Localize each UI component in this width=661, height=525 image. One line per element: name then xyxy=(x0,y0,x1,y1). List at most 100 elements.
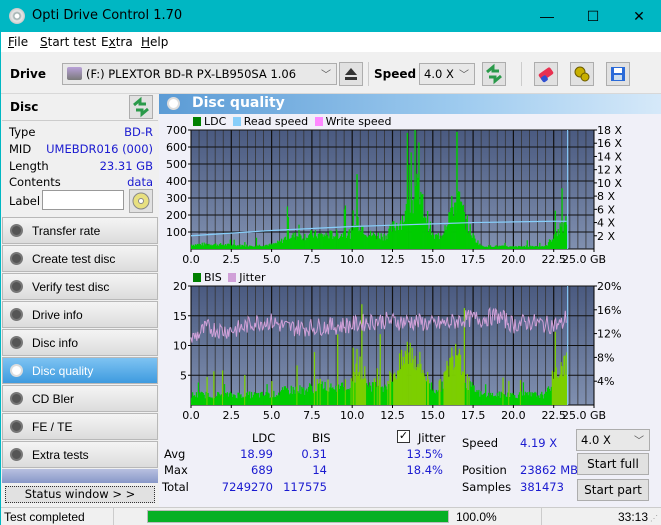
nav-extra-tests[interactable]: Extra tests xyxy=(2,441,158,468)
save-icon xyxy=(611,67,625,81)
window-title: Opti Drive Control 1.70 xyxy=(32,8,183,23)
menu-help-rest: elp xyxy=(150,35,169,49)
stats-header-bis: BIS xyxy=(312,431,331,445)
stats-avg-bis: 0.31 xyxy=(301,447,327,461)
position-value: 23862 MB xyxy=(520,463,579,477)
create-test-disc-icon xyxy=(10,252,23,265)
disc-type-value: BD-R xyxy=(124,125,153,139)
status-window-button[interactable]: Status window > > xyxy=(5,486,155,503)
transfer-rate-icon xyxy=(10,224,23,237)
disc-length-key: Length xyxy=(9,159,49,173)
app-disc-icon xyxy=(9,8,25,24)
nav-transfer-rate[interactable]: Transfer rate xyxy=(2,217,158,244)
y-right-tick-label: 4 X xyxy=(597,217,615,230)
nav-cd-bler[interactable]: CD Bler xyxy=(2,385,158,412)
nav-disc-info[interactable]: Disc info xyxy=(2,329,158,356)
eject-icon xyxy=(345,68,357,80)
y-right-tick-label: 6 X xyxy=(597,203,615,216)
save-button[interactable] xyxy=(606,62,630,86)
menu-extra[interactable]: Extra xyxy=(101,35,133,49)
y-tick-label: 600 xyxy=(166,141,187,154)
eraser-icon xyxy=(538,67,554,83)
start-part-button[interactable]: Start part xyxy=(577,479,649,501)
disc-length-value: 23.31 GB xyxy=(99,159,153,173)
status-divider xyxy=(113,508,114,525)
nav-spacer xyxy=(2,469,158,483)
refresh-button[interactable] xyxy=(482,62,506,86)
disc-label-input[interactable] xyxy=(42,190,124,210)
stats-max-label: Max xyxy=(164,463,188,477)
drive-info-icon xyxy=(10,308,23,321)
toolbar-separator xyxy=(521,62,522,86)
menu-extra-pre: E xyxy=(101,35,109,49)
disc-icon xyxy=(132,192,150,210)
drive-icon xyxy=(67,67,82,80)
x-tick-label: 12.5 xyxy=(380,409,405,422)
disc-mid-value: UMEBDR016 (000) xyxy=(46,142,153,156)
y-tick-label: 500 xyxy=(166,158,187,171)
y-right-tick-label: 20% xyxy=(597,280,621,293)
maximize-button[interactable]: ☐ xyxy=(570,1,616,32)
nav-disc-quality[interactable]: Disc quality xyxy=(2,357,158,384)
nav-label: Disc quality xyxy=(32,364,94,378)
disc-label-button[interactable] xyxy=(129,189,153,213)
menu-start-test-mnemonic: S xyxy=(40,35,48,49)
y-right-tick-label: 18 X xyxy=(597,124,622,137)
x-tick-label: 5.0 xyxy=(263,253,281,266)
nav-create-test-disc[interactable]: Create test disc xyxy=(2,245,158,272)
x-tick-label: 2.5 xyxy=(223,253,241,266)
nav-label: Verify test disc xyxy=(32,280,110,294)
y-right-tick-label: 4% xyxy=(597,375,614,388)
nav-fe-te[interactable]: FE / TE xyxy=(2,413,158,440)
x-tick-label: 25.0 GB xyxy=(562,409,606,422)
x-tick-label: 0.0 xyxy=(182,409,200,422)
resize-grip-icon[interactable]: ⋰ xyxy=(650,514,658,523)
y-right-tick-label: 8% xyxy=(597,351,614,364)
x-tick-label: 10.0 xyxy=(340,409,365,422)
stats-total-ldc: 7249270 xyxy=(221,480,273,494)
disc-quality-icon xyxy=(167,97,180,110)
jitter-checkbox[interactable]: ✓ xyxy=(397,430,410,443)
nav-label: Extra tests xyxy=(32,448,89,462)
x-tick-label: 5.0 xyxy=(263,409,281,422)
y-right-tick-label: 2 X xyxy=(597,230,615,243)
x-tick-label: 20.0 xyxy=(501,253,526,266)
close-button[interactable]: ✕ xyxy=(616,1,661,32)
test-speed-value: 4.0 X xyxy=(581,433,611,447)
nav-label: Transfer rate xyxy=(32,224,101,238)
menu-help[interactable]: Help xyxy=(141,35,168,49)
disc-contents-key: Contents xyxy=(9,175,61,189)
x-tick-label: 20.0 xyxy=(501,409,526,422)
y-right-tick-label: 12% xyxy=(597,328,621,341)
toolbar: Drive (F:) PLEXTOR BD-R PX-LB950SA 1.06 … xyxy=(1,52,661,94)
start-full-button[interactable]: Start full xyxy=(577,453,649,475)
nav-drive-info[interactable]: Drive info xyxy=(2,301,158,328)
menu-extra-rest: tra xyxy=(115,35,133,49)
progress-percent: 100.0% xyxy=(456,510,497,524)
y-right-tick-label: 12 X xyxy=(597,164,622,177)
settings-button[interactable] xyxy=(570,62,594,86)
chevron-down-icon: ﹀ xyxy=(459,70,469,81)
nav-verify-test-disc[interactable]: Verify test disc xyxy=(2,273,158,300)
disc-refresh-button[interactable] xyxy=(129,95,153,119)
progress-fill xyxy=(148,511,448,522)
disc-type-key: Type xyxy=(9,125,36,139)
test-speed-select[interactable]: 4.0 X ﹀ xyxy=(576,429,650,451)
chevron-down-icon: ﹀ xyxy=(634,436,644,447)
eject-button[interactable] xyxy=(339,62,363,86)
menu-start-test[interactable]: Start test xyxy=(40,35,96,49)
x-tick-label: 0.0 xyxy=(182,253,200,266)
speed-stat-value: 4.19 X xyxy=(520,436,558,450)
y-tick-label: 10 xyxy=(173,340,187,353)
toolbar-separator xyxy=(368,62,369,86)
y-tick-label: 15 xyxy=(173,310,187,323)
drive-select[interactable]: (F:) PLEXTOR BD-R PX-LB950SA 1.06 ﹀ xyxy=(62,63,337,85)
y-tick-label: 5 xyxy=(180,369,187,382)
menu-file[interactable]: File xyxy=(8,35,28,49)
y-tick-label: 200 xyxy=(166,209,187,222)
bis-chart: 5 10 15 20 4% 8% 12% 16% 20% 0.0 2.5 5.0 7.5 10.0 12.5… xyxy=(173,280,621,422)
minimize-button[interactable]: — xyxy=(524,1,570,32)
erase-button[interactable] xyxy=(534,62,558,86)
y-tick-label: 400 xyxy=(166,175,187,188)
speed-select[interactable]: 4.0 X ﹀ xyxy=(419,63,475,85)
